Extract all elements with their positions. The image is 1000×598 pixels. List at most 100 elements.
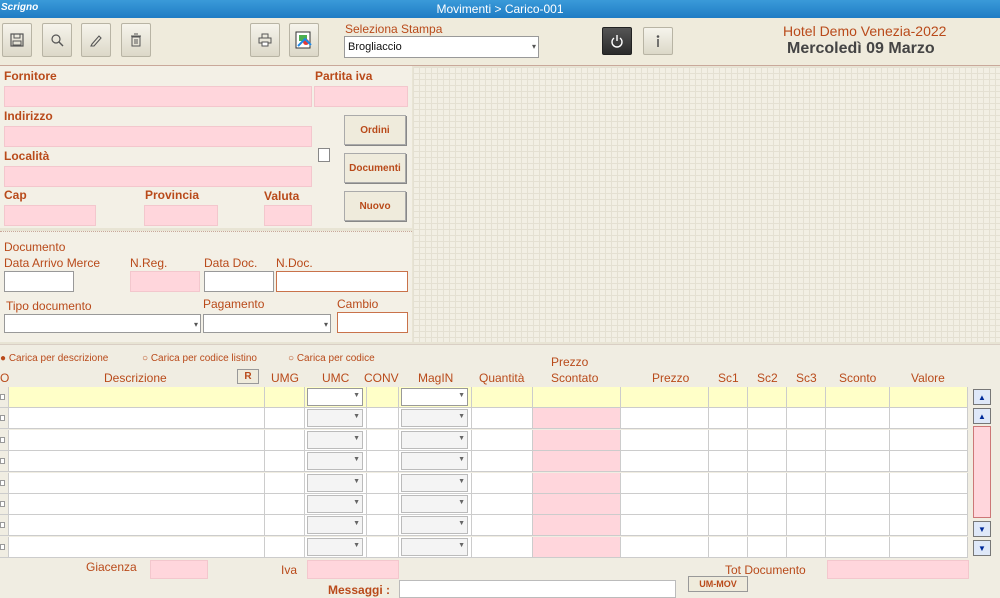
umc-cell[interactable]: ▼	[305, 429, 367, 451]
prezzo-scontato-cell[interactable]	[533, 387, 621, 408]
documenti-button[interactable]: Documenti	[344, 153, 406, 183]
cambio-field[interactable]	[337, 312, 408, 333]
row-checkbox[interactable]	[0, 479, 5, 486]
row-checkbox-cell[interactable]	[0, 494, 9, 515]
sconto-cell[interactable]	[826, 536, 890, 558]
sc1-cell[interactable]	[709, 408, 748, 430]
umc-select[interactable]: ▼	[307, 537, 363, 556]
ndoc-field[interactable]	[276, 271, 408, 292]
prezzo-cell[interactable]	[621, 536, 709, 558]
conv-cell[interactable]	[367, 536, 399, 558]
sc3-cell[interactable]	[787, 408, 826, 430]
prezzo-scontato-cell[interactable]	[533, 451, 621, 473]
descrizione-cell[interactable]	[9, 472, 265, 494]
prezzo-scontato-cell[interactable]	[533, 472, 621, 494]
magin-select[interactable]: ▼	[401, 388, 468, 406]
umc-select[interactable]: ▼	[307, 388, 363, 406]
nreg-field[interactable]	[130, 271, 200, 292]
magin-cell[interactable]: ▼	[399, 451, 472, 473]
valore-cell[interactable]	[890, 387, 968, 408]
valore-cell[interactable]	[890, 494, 968, 515]
row-checkbox[interactable]	[0, 436, 5, 443]
row-checkbox[interactable]	[0, 458, 5, 465]
sconto-cell[interactable]	[826, 408, 890, 430]
descrizione-cell[interactable]	[9, 536, 265, 558]
sc3-cell[interactable]	[787, 515, 826, 537]
prezzo-scontato-cell[interactable]	[533, 408, 621, 430]
prezzo-scontato-cell[interactable]	[533, 536, 621, 558]
print-select[interactable]: Brogliaccio ▾	[344, 36, 539, 58]
sc1-cell[interactable]	[709, 472, 748, 494]
info-button[interactable]	[643, 27, 673, 55]
magin-select[interactable]: ▼	[401, 430, 468, 449]
magin-cell[interactable]: ▼	[399, 536, 472, 558]
prezzo-cell[interactable]	[621, 451, 709, 473]
delete-button[interactable]	[121, 23, 151, 57]
magin-select[interactable]: ▼	[401, 537, 468, 556]
row-checkbox-cell[interactable]	[0, 515, 9, 537]
sconto-cell[interactable]	[826, 387, 890, 408]
prezzo-cell[interactable]	[621, 387, 709, 408]
edit-button[interactable]	[81, 23, 111, 57]
search-button[interactable]	[42, 23, 72, 57]
cap-field[interactable]	[4, 205, 96, 226]
tipo-documento-select[interactable]: ▾	[4, 314, 201, 333]
print-button[interactable]	[250, 23, 280, 57]
sc1-cell[interactable]	[709, 536, 748, 558]
prezzo-scontato-cell[interactable]	[533, 515, 621, 537]
umg-cell[interactable]	[265, 515, 305, 537]
scroll-top-button[interactable]: ▲	[973, 389, 991, 405]
scroll-down-button[interactable]: ▼	[973, 521, 991, 537]
sc2-cell[interactable]	[748, 429, 787, 451]
umc-select[interactable]: ▼	[307, 430, 363, 449]
umg-cell[interactable]	[265, 387, 305, 408]
descrizione-cell[interactable]	[9, 515, 265, 537]
umc-cell[interactable]: ▼	[305, 408, 367, 430]
umc-cell[interactable]: ▼	[305, 536, 367, 558]
magin-cell[interactable]: ▼	[399, 408, 472, 430]
sc2-cell[interactable]	[748, 451, 787, 473]
sc1-cell[interactable]	[709, 494, 748, 515]
umg-cell[interactable]	[265, 536, 305, 558]
magin-cell[interactable]: ▼	[399, 472, 472, 494]
row-checkbox-cell[interactable]	[0, 472, 9, 494]
data-doc-field[interactable]	[204, 271, 274, 292]
row-checkbox[interactable]	[0, 522, 5, 529]
valuta-field[interactable]	[264, 205, 312, 226]
row-checkbox-cell[interactable]	[0, 429, 9, 451]
sc3-cell[interactable]	[787, 472, 826, 494]
quantita-cell[interactable]	[472, 536, 533, 558]
sc2-cell[interactable]	[748, 515, 787, 537]
conv-cell[interactable]	[367, 429, 399, 451]
sc2-cell[interactable]	[748, 494, 787, 515]
umg-cell[interactable]	[265, 451, 305, 473]
r-button[interactable]: R	[237, 369, 259, 384]
quantita-cell[interactable]	[472, 408, 533, 430]
magin-select[interactable]: ▼	[401, 495, 468, 513]
row-checkbox-cell[interactable]	[0, 451, 9, 473]
sc3-cell[interactable]	[787, 451, 826, 473]
umc-select[interactable]: ▼	[307, 409, 363, 428]
sc1-cell[interactable]	[709, 515, 748, 537]
scroll-bottom-button[interactable]: ▼	[973, 540, 991, 556]
descrizione-cell[interactable]	[9, 387, 265, 408]
umc-select[interactable]: ▼	[307, 473, 363, 492]
sconto-cell[interactable]	[826, 515, 890, 537]
descrizione-cell[interactable]	[9, 494, 265, 515]
sc2-cell[interactable]	[748, 408, 787, 430]
conv-cell[interactable]	[367, 451, 399, 473]
umc-select[interactable]: ▼	[307, 495, 363, 513]
power-button[interactable]	[602, 27, 632, 55]
radio-carica-codice-listino[interactable]: ○ Carica per codice listino	[142, 353, 257, 364]
valore-cell[interactable]	[890, 536, 968, 558]
sconto-cell[interactable]	[826, 429, 890, 451]
report-button[interactable]	[289, 23, 319, 57]
valore-cell[interactable]	[890, 429, 968, 451]
sc3-cell[interactable]	[787, 387, 826, 408]
prezzo-cell[interactable]	[621, 515, 709, 537]
umg-cell[interactable]	[265, 472, 305, 494]
sc2-cell[interactable]	[748, 387, 787, 408]
umc-cell[interactable]: ▼	[305, 494, 367, 515]
prezzo-scontato-cell[interactable]	[533, 429, 621, 451]
radio-carica-descrizione[interactable]: ● Carica per descrizione	[0, 353, 108, 364]
